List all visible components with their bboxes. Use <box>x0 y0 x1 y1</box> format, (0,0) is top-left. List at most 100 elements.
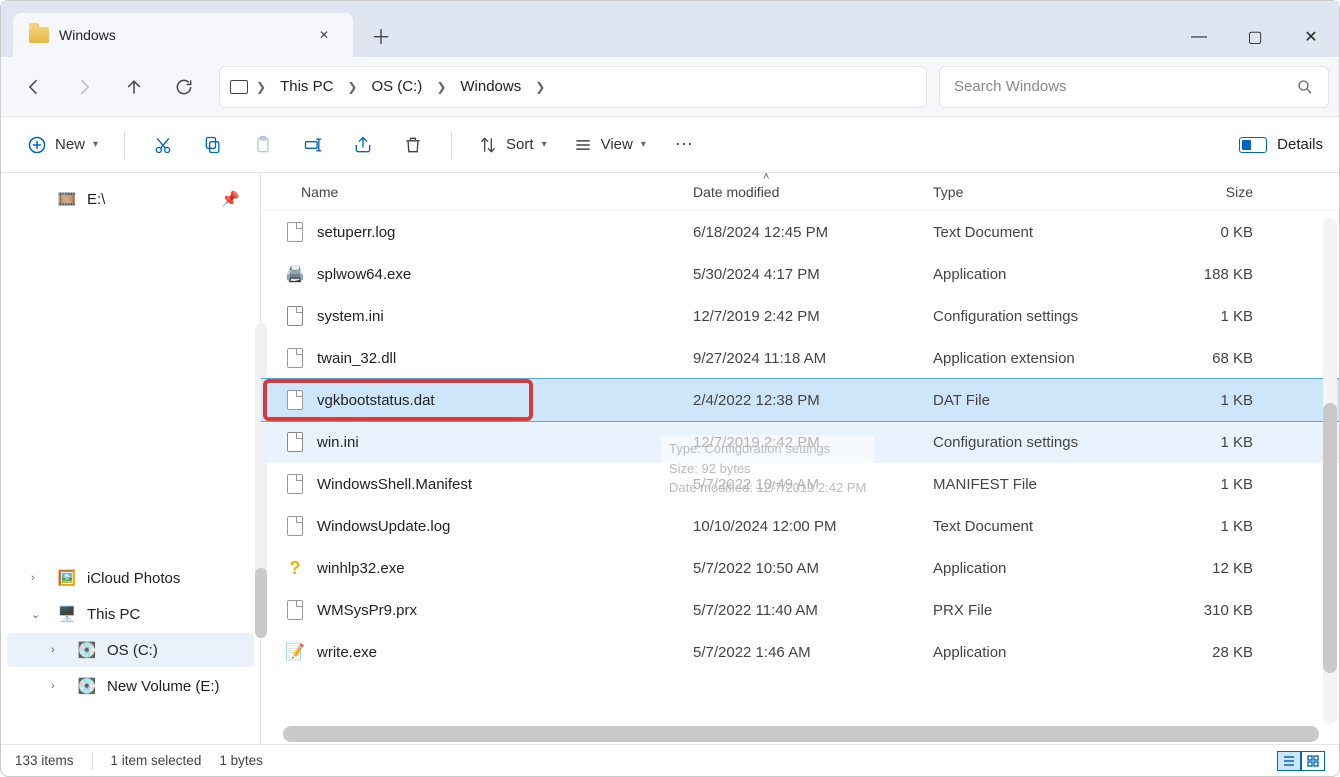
new-button[interactable]: New ▾ <box>17 129 108 161</box>
file-name: write.exe <box>317 644 693 661</box>
file-row[interactable]: win.ini12/7/2019 2:42 PMConfiguration se… <box>261 421 1339 463</box>
chevron-icon[interactable]: ❯ <box>256 80 266 94</box>
paste-button[interactable] <box>241 125 285 165</box>
maximize-button[interactable]: ▢ <box>1227 17 1283 57</box>
file-name: WindowsUpdate.log <box>317 518 693 535</box>
cut-button[interactable] <box>141 125 185 165</box>
col-size[interactable]: Size <box>1133 184 1253 200</box>
file-size: 1 KB <box>1133 392 1253 409</box>
file-date: 5/7/2022 11:40 AM <box>693 602 933 619</box>
tab-title: Windows <box>59 27 301 43</box>
sort-button[interactable]: Sort ▾ <box>468 129 557 161</box>
chevron-icon[interactable]: ❯ <box>535 80 545 94</box>
crumb-this-pc[interactable]: This PC <box>272 74 341 99</box>
file-icon <box>283 346 307 370</box>
vertical-scrollbar-thumb[interactable] <box>1323 403 1337 673</box>
close-button[interactable]: ✕ <box>1283 17 1339 57</box>
file-name: win.ini <box>317 434 693 451</box>
file-type: Text Document <box>933 518 1133 535</box>
file-size: 12 KB <box>1133 560 1253 577</box>
file-row[interactable]: vgkbootstatus.dat2/4/2022 12:38 PMDAT Fi… <box>261 379 1339 421</box>
file-name: WMSysPr9.prx <box>317 602 693 619</box>
tab-close-button[interactable]: ✕ <box>311 24 337 46</box>
file-row[interactable]: WindowsUpdate.log10/10/2024 12:00 PMText… <box>261 505 1339 547</box>
file-date: 5/30/2024 4:17 PM <box>693 266 933 283</box>
file-row[interactable]: 📝write.exe5/7/2022 1:46 AMApplication28 … <box>261 631 1339 673</box>
pin-icon[interactable]: 📌 <box>221 190 240 208</box>
copy-button[interactable] <box>191 125 235 165</box>
forward-button[interactable] <box>61 65 107 109</box>
file-row[interactable]: WindowsShell.Manifest5/7/2022 10:49 AMMA… <box>261 463 1339 505</box>
file-list: ˄ Name Date modified Type Size setuperr.… <box>261 173 1339 744</box>
file-name: system.ini <box>317 308 693 325</box>
file-icon <box>283 388 307 412</box>
file-name: WindowsShell.Manifest <box>317 476 693 493</box>
new-tab-button[interactable]: ＋ <box>353 13 409 57</box>
chevron-icon[interactable]: ❯ <box>436 80 446 94</box>
status-selected: 1 item selected <box>111 753 202 768</box>
status-item-count: 133 items <box>15 753 74 768</box>
sidebar-item-osc[interactable]: › 💽 OS (C:) <box>7 633 254 667</box>
file-size: 1 KB <box>1133 518 1253 535</box>
file-icon <box>283 472 307 496</box>
window-controls: — ▢ ✕ <box>1171 17 1339 57</box>
file-date: 5/7/2022 10:50 AM <box>693 560 933 577</box>
file-row[interactable]: 🖨️splwow64.exe5/30/2024 4:17 PMApplicati… <box>261 253 1339 295</box>
file-icon: 🖨️ <box>283 262 307 286</box>
file-size: 0 KB <box>1133 224 1253 241</box>
share-button[interactable] <box>341 125 385 165</box>
refresh-button[interactable] <box>161 65 207 109</box>
rename-button[interactable] <box>291 125 335 165</box>
search-icon <box>1296 78 1314 96</box>
file-icon <box>283 514 307 538</box>
view-icons-button[interactable] <box>1301 751 1325 771</box>
view-button[interactable]: View ▾ <box>563 129 656 161</box>
delete-button[interactable] <box>391 125 435 165</box>
file-date: 2/4/2022 12:38 PM <box>693 392 933 409</box>
chevron-icon[interactable]: ❯ <box>347 80 357 94</box>
file-size: 1 KB <box>1133 476 1253 493</box>
file-row[interactable]: twain_32.dll9/27/2024 11:18 AMApplicatio… <box>261 337 1339 379</box>
sidebar-item-new-volume[interactable]: › 💽 New Volume (E:) <box>7 669 254 703</box>
search-input[interactable] <box>954 78 1296 95</box>
col-type[interactable]: Type <box>933 184 1133 200</box>
minimize-button[interactable]: — <box>1171 17 1227 57</box>
nav-bar: ❯ This PC ❯ OS (C:) ❯ Windows ❯ <box>1 57 1339 117</box>
up-button[interactable] <box>111 65 157 109</box>
back-button[interactable] <box>11 65 57 109</box>
file-row[interactable]: ?winhlp32.exe5/7/2022 10:50 AMApplicatio… <box>261 547 1339 589</box>
view-details-button[interactable] <box>1277 751 1301 771</box>
horizontal-scrollbar[interactable] <box>283 726 1319 742</box>
status-bar: 133 items 1 item selected 1 bytes <box>1 744 1339 776</box>
file-icon: 📝 <box>283 640 307 664</box>
file-type: Text Document <box>933 224 1133 241</box>
file-date: 5/7/2022 1:46 AM <box>693 644 933 661</box>
file-type: Application <box>933 644 1133 661</box>
col-date[interactable]: Date modified <box>693 184 933 200</box>
file-name: splwow64.exe <box>317 266 693 283</box>
details-pane-button[interactable]: Details <box>1239 136 1323 153</box>
titlebar: Windows ✕ ＋ — ▢ ✕ <box>1 1 1339 57</box>
sidebar-item-e-drive[interactable]: 🎞️ E:\ 📌 <box>7 182 254 216</box>
tab-windows[interactable]: Windows ✕ <box>13 13 353 57</box>
file-row[interactable]: setuperr.log6/18/2024 12:45 PMText Docum… <box>261 211 1339 253</box>
file-date: 5/7/2022 10:49 AM <box>693 476 933 493</box>
search-box[interactable] <box>939 66 1329 108</box>
file-name: vgkbootstatus.dat <box>317 392 693 409</box>
more-button[interactable]: ⋯ <box>662 125 706 165</box>
file-row[interactable]: WMSysPr9.prx5/7/2022 11:40 AMPRX File310… <box>261 589 1339 631</box>
sidebar-item-icloud[interactable]: › 🖼️ iCloud Photos <box>7 561 254 595</box>
file-date: 9/27/2024 11:18 AM <box>693 350 933 367</box>
file-icon: ? <box>283 556 307 580</box>
crumb-windows[interactable]: Windows <box>452 74 529 99</box>
crumb-osc[interactable]: OS (C:) <box>363 74 430 99</box>
breadcrumb[interactable]: ❯ This PC ❯ OS (C:) ❯ Windows ❯ <box>219 66 927 108</box>
file-name: winhlp32.exe <box>317 560 693 577</box>
file-row[interactable]: system.ini12/7/2019 2:42 PMConfiguration… <box>261 295 1339 337</box>
sidebar-item-this-pc[interactable]: ⌄ 🖥️ This PC <box>7 597 254 631</box>
file-type: Configuration settings <box>933 308 1133 325</box>
file-date: 12/7/2019 2:42 PM <box>693 434 933 451</box>
file-name: setuperr.log <box>317 224 693 241</box>
sidebar: 🎞️ E:\ 📌 › 🖼️ iCloud Photos ⌄ 🖥️ This PC… <box>1 173 261 744</box>
col-name[interactable]: Name <box>301 184 693 200</box>
